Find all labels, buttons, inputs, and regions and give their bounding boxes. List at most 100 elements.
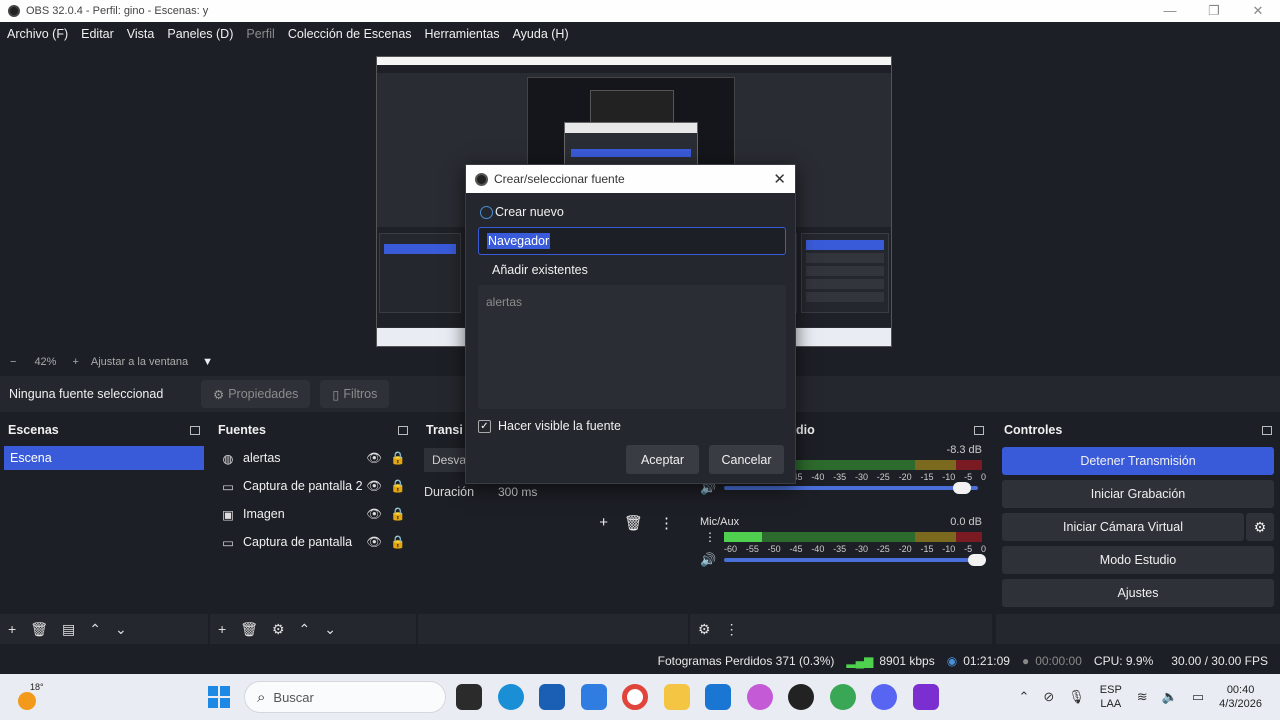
source-label: Captura de pantalla 2 (243, 479, 363, 493)
app-icon[interactable] (912, 684, 939, 710)
battery-icon[interactable]: ▭ (1192, 689, 1204, 705)
edge-icon[interactable] (497, 684, 524, 710)
add-icon[interactable]: + (599, 514, 608, 532)
existing-sources-list[interactable]: alertas (478, 285, 786, 409)
add-icon[interactable]: + (218, 621, 226, 637)
word-icon[interactable] (580, 684, 607, 710)
list-item[interactable]: alertas (486, 295, 778, 309)
scene-item[interactable]: Escena (4, 446, 204, 470)
weather-widget[interactable]: 18° (14, 682, 44, 712)
obs-icon[interactable] (788, 684, 814, 710)
volume-slider[interactable] (724, 482, 978, 494)
more-icon[interactable]: ⋮ (725, 621, 739, 638)
menu-perfil[interactable]: Perfil (246, 27, 274, 41)
source-label: alertas (243, 451, 281, 465)
menu-archivo[interactable]: Archivo (F) (7, 27, 68, 41)
folder-icon[interactable] (663, 684, 690, 710)
lock-icon[interactable]: 🔒 (390, 451, 406, 466)
trash-icon[interactable]: 🗑 (30, 621, 48, 638)
eye-icon[interactable]: 👁 (366, 507, 382, 522)
undock-icon[interactable] (1262, 425, 1272, 435)
store-icon[interactable] (539, 684, 565, 710)
settings-button[interactable]: Ajustes (1002, 579, 1274, 607)
outlook-icon[interactable] (705, 684, 731, 710)
lock-icon[interactable]: 🔒 (390, 535, 406, 550)
lock-icon[interactable]: 🔒 (390, 507, 406, 522)
menu-ayuda[interactable]: Ayuda (H) (513, 27, 569, 41)
radio-icon[interactable] (480, 205, 493, 219)
studio-mode-button[interactable]: Modo Estudio (1002, 546, 1274, 574)
copilot-icon[interactable] (746, 684, 773, 710)
more-icon[interactable]: ⋮ (704, 530, 716, 544)
volume-slider[interactable] (724, 554, 986, 566)
lock-icon[interactable]: 🔒 (390, 479, 406, 494)
gear-icon[interactable]: ⚙ (698, 621, 711, 638)
volume-icon[interactable]: 🔈 (1162, 689, 1178, 705)
gear-icon[interactable]: ⚙ (272, 621, 285, 638)
chevron-down-icon[interactable]: ▼ (202, 356, 213, 368)
maximize-button[interactable]: ❐ (1192, 0, 1236, 22)
menu-herramientas[interactable]: Herramientas (425, 27, 500, 41)
fps: 30.00 / 30.00 FPS (1171, 654, 1268, 668)
start-recording-button[interactable]: Iniciar Grabación (1002, 480, 1274, 508)
chevron-down-icon[interactable]: ⌄ (324, 621, 336, 638)
close-icon[interactable]: ✕ (773, 170, 786, 188)
start-button[interactable] (208, 686, 230, 708)
clock[interactable]: 00:40 4/3/2026 (1219, 683, 1262, 711)
add-existing-option[interactable]: Añadir existentes (480, 263, 588, 277)
trash-icon[interactable]: 🗑 (240, 621, 258, 638)
chrome-icon[interactable] (622, 684, 648, 710)
gear-icon[interactable]: ⚙ (1246, 513, 1274, 541)
chrome-profile-icon[interactable] (829, 684, 856, 710)
minimize-button[interactable]: — (1148, 0, 1192, 22)
speaker-icon[interactable]: 🔊 (700, 552, 716, 568)
chevron-up-icon[interactable]: ⌃ (89, 621, 101, 638)
more-icon[interactable]: ⋮ (659, 514, 674, 532)
eye-icon[interactable]: 👁 (366, 535, 382, 550)
filter-icon[interactable]: ▤ (62, 621, 75, 638)
menu-paneles[interactable]: Paneles (D) (167, 27, 233, 41)
network-off-icon[interactable]: ⊘ (1043, 689, 1054, 705)
taskbar-search[interactable]: ⌕ Buscar (244, 681, 446, 713)
undock-icon[interactable] (190, 425, 200, 435)
source-name-value: Navegador (487, 233, 551, 249)
trash-icon[interactable]: 🗑 (624, 514, 643, 532)
chevron-down-icon[interactable]: ⌄ (115, 621, 127, 638)
wifi-icon[interactable]: ≋ (1137, 689, 1148, 705)
make-visible-option[interactable]: ✓ Hacer visible la fuente (478, 419, 621, 433)
close-window-button[interactable]: ✕ (1236, 0, 1280, 22)
cancel-button[interactable]: Cancelar (709, 445, 784, 474)
source-item-imagen[interactable]: ▣ Imagen 👁 🔒 (210, 500, 416, 528)
chevron-up-icon[interactable]: ⌃ (299, 621, 311, 638)
undock-icon[interactable] (398, 425, 408, 435)
eye-icon[interactable]: 👁 (366, 451, 382, 466)
language-indicator[interactable]: ESP LAA (1100, 683, 1122, 711)
filters-button[interactable]: ▯ Filtros (320, 380, 390, 408)
zoom-out-button[interactable]: − (10, 356, 16, 368)
menu-editar[interactable]: Editar (81, 27, 114, 41)
chevron-up-icon[interactable]: ⌃ (1018, 689, 1029, 705)
stop-stream-button[interactable]: Detener Transmisión (1002, 447, 1274, 475)
create-new-option[interactable]: Crear nuevo (480, 205, 564, 219)
eye-icon[interactable]: 👁 (366, 479, 382, 494)
file-explorer-icon[interactable] (456, 684, 482, 710)
properties-button[interactable]: ⚙ Propiedades (201, 380, 311, 408)
source-name-input[interactable]: Navegador (478, 227, 786, 255)
ok-button[interactable]: Aceptar (626, 445, 699, 474)
menu-coleccion-escenas[interactable]: Colección de Escenas (288, 27, 412, 41)
add-icon[interactable]: + (8, 621, 16, 637)
zoom-in-button[interactable]: + (72, 356, 78, 368)
source-item-captura-2[interactable]: ▭ Captura de pantalla 2 👁 🔒 (210, 472, 416, 500)
taskbar-apps (456, 684, 954, 710)
slider-thumb[interactable] (952, 482, 971, 494)
menu-vista[interactable]: Vista (127, 27, 155, 41)
start-virtual-cam-button[interactable]: Iniciar Cámara Virtual (1002, 513, 1244, 541)
microphone-icon[interactable]: 🎙 (1068, 689, 1085, 705)
checkbox-checked-icon[interactable]: ✓ (478, 419, 491, 433)
slider-thumb[interactable] (968, 554, 986, 566)
fit-to-window-label[interactable]: Ajustar a la ventana (91, 356, 188, 368)
discord-icon[interactable] (871, 684, 897, 710)
source-item-alertas[interactable]: ◍ alertas 👁 🔒 (210, 444, 416, 472)
source-item-captura[interactable]: ▭ Captura de pantalla 👁 🔒 (210, 528, 416, 556)
undock-icon[interactable] (974, 425, 984, 435)
